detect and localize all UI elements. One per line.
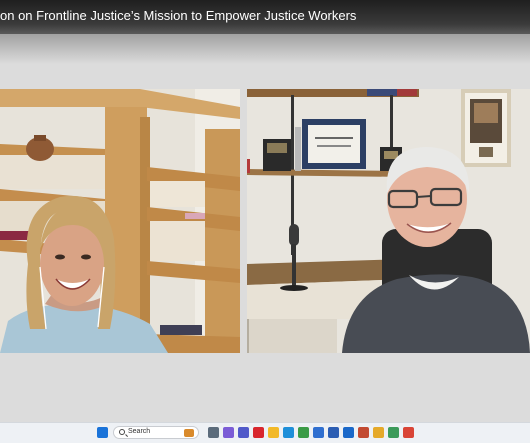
participant-video-left [0, 89, 240, 353]
maps-icon[interactable] [388, 427, 399, 438]
windows-taskbar: Search [0, 422, 530, 443]
search-icon [119, 429, 125, 435]
calendar-icon[interactable] [313, 427, 324, 438]
acrobat-icon[interactable] [253, 427, 264, 438]
video-title-bar: on on Frontline Justice’s Mission to Emp… [0, 0, 530, 34]
file-explorer-icon[interactable] [268, 427, 279, 438]
photos-icon[interactable] [358, 427, 369, 438]
participant-right-scene [247, 89, 530, 353]
search-placeholder: Search [128, 428, 151, 435]
word-icon[interactable] [328, 427, 339, 438]
chrome-profile-icon[interactable] [373, 427, 384, 438]
taskbar-search-box[interactable]: Search [113, 426, 199, 439]
video-title: on on Frontline Justice’s Mission to Emp… [0, 8, 357, 23]
search-highlight-icon [184, 429, 194, 437]
teams-icon[interactable] [238, 427, 249, 438]
task-view-icon[interactable] [208, 427, 219, 438]
participant-left-scene [0, 89, 240, 353]
windows-start-icon[interactable] [97, 427, 108, 438]
participant-video-right [247, 89, 530, 353]
title-gradient [0, 34, 530, 64]
chrome-icon[interactable] [298, 427, 309, 438]
chrome-alt-icon[interactable] [403, 427, 414, 438]
edge-icon[interactable] [283, 427, 294, 438]
copilot-icon[interactable] [223, 427, 234, 438]
outlook-icon[interactable] [343, 427, 354, 438]
